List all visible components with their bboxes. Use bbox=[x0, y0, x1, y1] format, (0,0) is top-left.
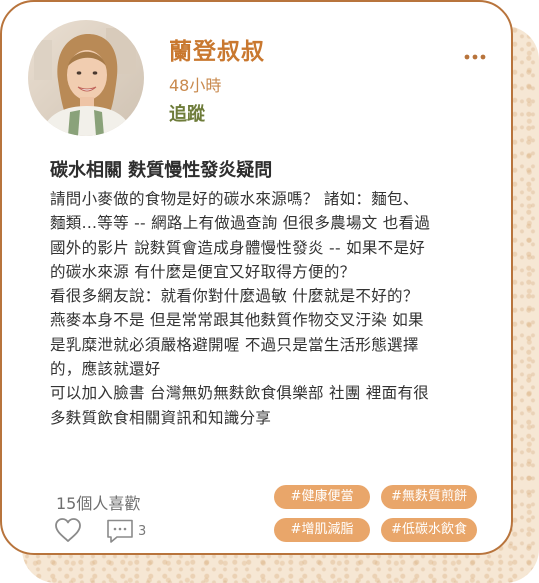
author-name[interactable]: 蘭登叔叔 bbox=[169, 32, 265, 66]
post-body-line: 看很多網友說：就看你對什麼過敏 什麼就是不好的？ bbox=[50, 287, 419, 306]
post-body-line: 國外的影片 說麩質會造成身體慢性發炎 -- 如果不是好 bbox=[50, 238, 426, 257]
post-title: 碳水相關 麩質慢性發炎疑問 bbox=[50, 160, 273, 181]
comment-count: 3 bbox=[138, 524, 147, 539]
post-body-line: 可以加入臉書 台灣無奶無麩飲食俱樂部 社團 裡面有很 bbox=[50, 384, 430, 403]
likes-count: 15個人喜歡 bbox=[56, 494, 141, 513]
post-body-line: 麵類...等等 -- 網路上有做過查詢 但很多農場文 也看過 bbox=[50, 214, 431, 233]
tag-chip[interactable]: #增肌減脂 bbox=[274, 518, 370, 542]
post-card-stage: 蘭登叔叔 48小時 追蹤 碳水相關 麩質慢性發炎疑問 請問小麥做的食物是好的碳水… bbox=[0, 0, 539, 583]
tag-chip[interactable]: #低碳水飲食 bbox=[381, 518, 477, 542]
post-card: 蘭登叔叔 48小時 追蹤 碳水相關 麩質慢性發炎疑問 請問小麥做的食物是好的碳水… bbox=[0, 0, 513, 555]
post-timestamp: 48小時 bbox=[169, 76, 222, 95]
post-body-line: 多麩質飲食相關資訊和知識分享 bbox=[50, 408, 272, 427]
post-body-line: 是乳糜泄就必須嚴格避開喔 不過只是當生活形態選擇 bbox=[50, 335, 419, 354]
post-body-line: 燕麥本身不是 但是常常跟其他麩質作物交叉汙染 如果 bbox=[50, 311, 424, 330]
post-body-line: 請問小麥做的食物是好的碳水來源嗎？ 諸如：麵包、 bbox=[50, 190, 419, 208]
avatar[interactable] bbox=[28, 20, 144, 136]
more-options-button[interactable] bbox=[460, 46, 490, 68]
more-horizontal-icon bbox=[464, 54, 486, 60]
tag-chip[interactable]: #無麩質煎餅 bbox=[381, 485, 477, 509]
like-button[interactable] bbox=[54, 517, 82, 543]
comment-bubble-icon bbox=[107, 519, 133, 543]
post-body-line: 的碳水來源 有什麼是便宜又好取得方便的？ bbox=[50, 262, 356, 281]
post-body-line: 的，應該就還好 bbox=[50, 360, 161, 379]
heart-icon bbox=[55, 518, 81, 542]
follow-button[interactable]: 追蹤 bbox=[169, 100, 205, 126]
tag-chip[interactable]: #健康便當 bbox=[274, 485, 370, 509]
post-body: 請問小麥做的食物是好的碳水來源嗎？ 諸如：麵包、 麵類...等等 -- 網路上有… bbox=[50, 187, 482, 430]
